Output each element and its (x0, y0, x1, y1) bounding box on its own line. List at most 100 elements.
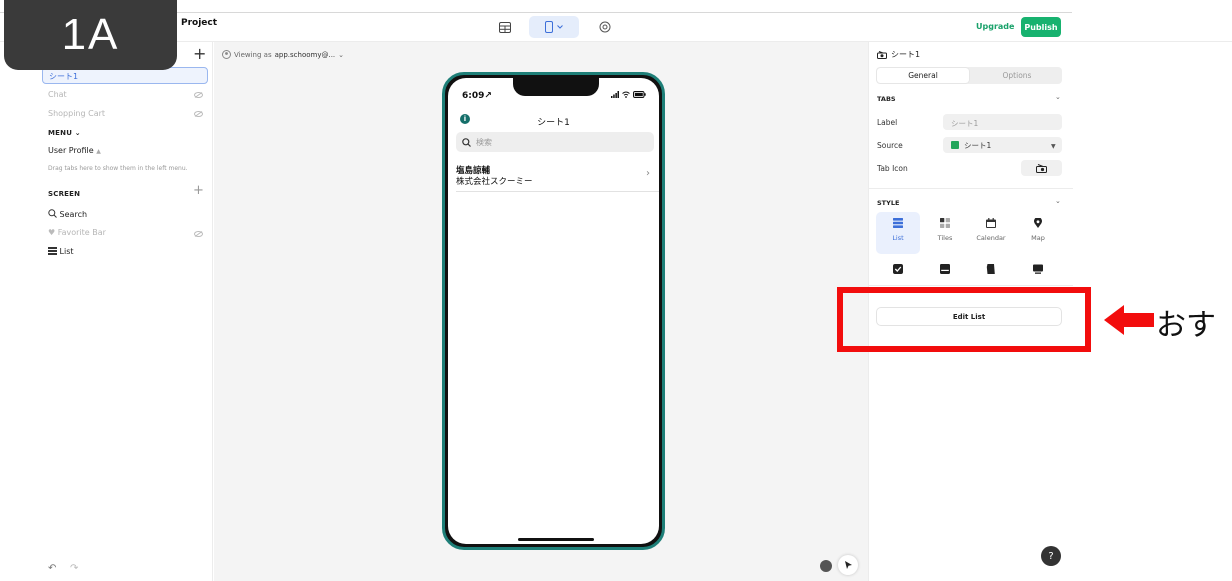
screen-item-list[interactable]: List (48, 247, 74, 256)
chevron-down-icon (557, 25, 563, 29)
undo-icon[interactable]: ↶ (48, 563, 56, 574)
card-style-icon[interactable] (940, 264, 950, 274)
style-section-title: STYLE (877, 199, 900, 207)
phone-icon (545, 21, 553, 33)
table-icon (499, 21, 511, 33)
data-grid-style-icon[interactable] (1033, 264, 1043, 274)
viewing-as-user: app.schoomy@... (274, 50, 336, 59)
tab-general[interactable]: General (877, 68, 969, 83)
tab-icon-field-label: Tab Icon (877, 164, 908, 173)
preview-canvas: Viewing as app.schoomy@... ⌄ 6:09↗ i シート… (214, 42, 868, 581)
user-avatar-icon (222, 50, 231, 59)
tab-options[interactable]: Options (972, 68, 1062, 83)
search-icon (48, 209, 57, 218)
list-item-subtitle: 株式会社スクーミー (456, 177, 533, 187)
label-field-label: Label (877, 118, 898, 127)
style-option-tiles[interactable]: Tiles (923, 212, 967, 254)
home-indicator (518, 538, 594, 541)
caret-down-icon: ▼ (1051, 143, 1056, 150)
tabs-section-title: TABS (877, 95, 896, 103)
add-component-icon[interactable]: + (193, 183, 204, 198)
screen-item-label: Search (59, 210, 88, 219)
status-icons (611, 91, 646, 100)
list-item[interactable]: 塩島諒輔 株式会社スクーミー › (456, 160, 659, 192)
radio-icon (1036, 163, 1047, 173)
section-divider (869, 285, 1073, 286)
chevron-down-icon: ⌄ (338, 50, 345, 59)
style-option-label: List (892, 234, 904, 242)
chevron-down-icon[interactable]: ⌄ (1055, 197, 1061, 205)
section-divider (869, 188, 1073, 189)
screen-item-label: List (59, 247, 74, 256)
add-tab-icon[interactable]: + (193, 44, 206, 63)
viewing-as-prefix: Viewing as (234, 50, 272, 59)
chevron-down-icon[interactable]: ⌄ (1055, 93, 1061, 101)
menu-drag-hint: Drag tabs here to show them in the left … (48, 165, 188, 172)
step-badge: 1A (4, 0, 177, 70)
menu-section-title[interactable]: MENU ⌄ (48, 129, 81, 137)
menu-item-label: User Profile (48, 146, 94, 155)
phone-search-placeholder: 検索 (476, 137, 492, 147)
push-annotation-label: おす (1156, 308, 1216, 343)
hidden-eye-icon[interactable] (194, 111, 203, 117)
source-value: シート1 (964, 140, 992, 150)
screen-item-label: Favorite Bar (57, 228, 106, 237)
left-sidebar: + シート1 Chat Shopping Cart MENU ⌄ User Pr… (0, 42, 213, 581)
panel-title: シート1 (877, 49, 920, 60)
settings-view-button[interactable] (596, 16, 614, 38)
sidebar-tab-shopping-cart[interactable]: Shopping Cart (48, 109, 105, 118)
hidden-eye-icon[interactable] (194, 92, 203, 98)
phone-preview: 6:09↗ i シート1 検索 塩島諒輔 株式会社スクーミー › (442, 72, 665, 550)
chevron-right-icon: › (646, 168, 650, 179)
gear-icon (599, 21, 611, 33)
help-button[interactable]: ? (1041, 546, 1061, 566)
source-select[interactable]: シート1 ▼ (943, 137, 1062, 153)
style-option-label: Map (1031, 234, 1045, 242)
heart-icon: ♥ (48, 228, 56, 237)
phone-search-bar[interactable]: 検索 (456, 132, 654, 152)
lock-icon: ▲ (96, 148, 101, 155)
tiles-style-icon (940, 218, 950, 228)
battery-icon (632, 91, 646, 98)
cursor-mode-button[interactable] (838, 555, 858, 575)
source-field-label: Source (877, 141, 903, 150)
panel-segment-control: General Options (876, 67, 1062, 84)
wifi-icon (621, 91, 630, 98)
upgrade-link[interactable]: Upgrade (976, 22, 1014, 31)
style-option-calendar[interactable]: Calendar (969, 212, 1013, 254)
style-option-label: Tiles (937, 234, 953, 242)
publish-button[interactable]: Publish (1021, 17, 1061, 37)
cursor-icon (844, 561, 852, 569)
checklist-style-icon[interactable] (893, 264, 903, 274)
signal-icon (611, 91, 619, 98)
redo-icon[interactable]: ↷ (70, 563, 78, 574)
label-input[interactable]: シート1 (943, 114, 1062, 130)
viewing-as-selector[interactable]: Viewing as app.schoomy@... ⌄ (222, 50, 344, 59)
style-option-label: Calendar (976, 234, 1006, 242)
menu-item-user-profile[interactable]: User Profile ▲ (48, 146, 101, 155)
tab-icon (877, 50, 887, 59)
list-style-icon (893, 218, 903, 228)
panel-title-label: シート1 (891, 50, 921, 59)
phone-notch (513, 78, 599, 96)
style-option-map[interactable]: Map (1016, 212, 1060, 254)
calendar-style-icon (986, 218, 996, 228)
style-option-list[interactable]: List (876, 212, 920, 254)
screen-item-favorite-bar[interactable]: ♥ Favorite Bar (48, 228, 106, 237)
data-view-button[interactable] (497, 16, 513, 38)
top-bar: Project Upgrade Publish (0, 0, 1232, 42)
detail-style-icon[interactable] (986, 264, 996, 274)
layout-view-button[interactable] (529, 16, 579, 38)
sidebar-tab-chat[interactable]: Chat (48, 90, 67, 99)
red-arrow-icon (1104, 305, 1154, 335)
chevron-down-icon: ⌄ (74, 129, 81, 137)
menu-section-label: MENU (48, 129, 73, 137)
screen-section-title: SCREEN (48, 190, 81, 198)
screen-item-search[interactable]: Search (48, 209, 87, 219)
play-icon[interactable] (820, 560, 832, 572)
phone-screen: 6:09↗ i シート1 検索 塩島諒輔 株式会社スクーミー › (448, 78, 659, 544)
hidden-eye-icon[interactable] (194, 231, 203, 237)
tab-icon-picker[interactable] (1021, 160, 1062, 176)
sheet-icon (951, 141, 959, 149)
search-icon (462, 137, 471, 147)
